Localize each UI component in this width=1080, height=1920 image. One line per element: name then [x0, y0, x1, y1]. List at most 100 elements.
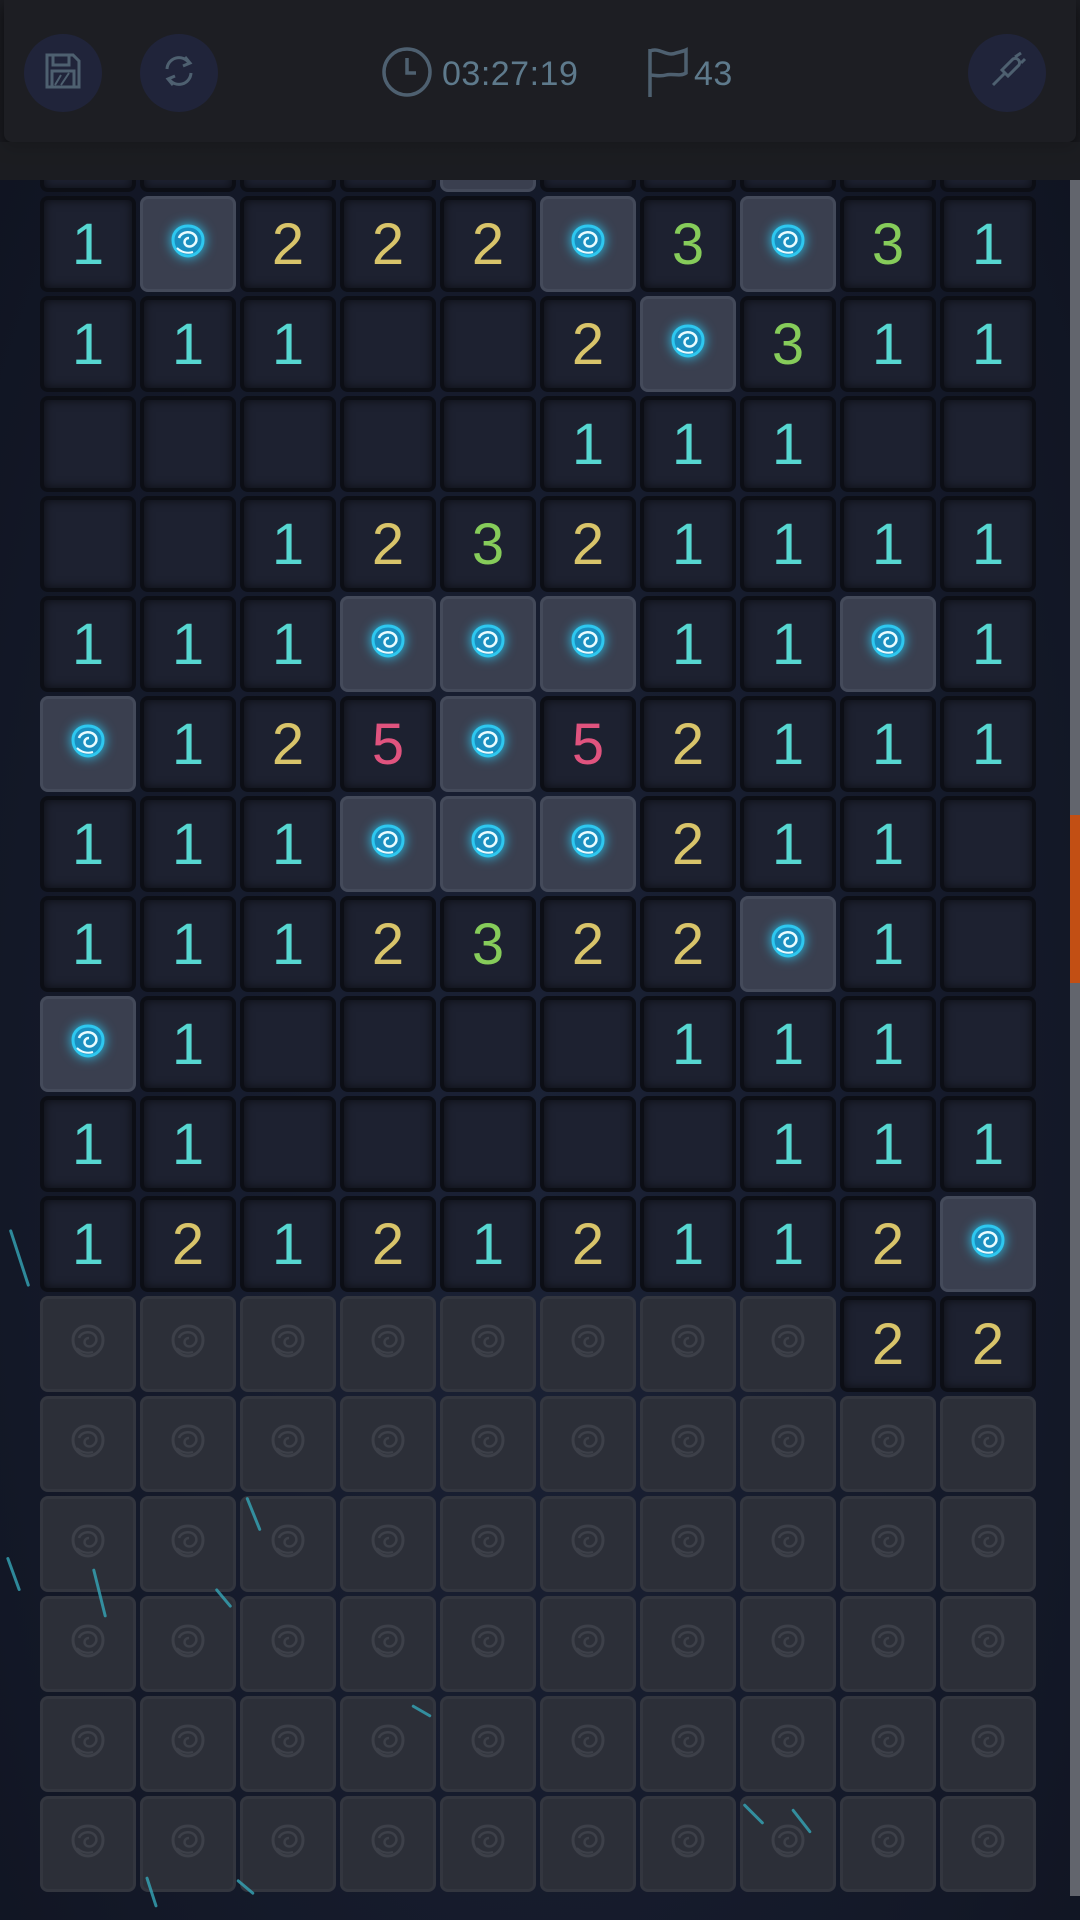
cell-empty[interactable] — [540, 1096, 636, 1192]
cell-covered[interactable] — [440, 1596, 536, 1692]
cell-number[interactable]: 1 — [40, 1096, 136, 1192]
cell-number[interactable]: 2 — [340, 196, 436, 292]
cell-number[interactable]: 1 — [840, 896, 936, 992]
cell-number[interactable]: 3 — [740, 296, 836, 392]
cell-covered[interactable] — [640, 1296, 736, 1392]
cell-covered[interactable] — [240, 1296, 336, 1392]
cell-empty[interactable] — [440, 396, 536, 492]
cell-empty[interactable] — [940, 996, 1036, 1092]
cell-number[interactable]: 1 — [540, 396, 636, 492]
cell-covered[interactable] — [340, 1596, 436, 1692]
cell-covered[interactable] — [340, 1296, 436, 1392]
cell-covered[interactable] — [840, 1696, 936, 1792]
cell-number[interactable]: 1 — [940, 1096, 1036, 1192]
cell-number[interactable]: 2 — [140, 1196, 236, 1292]
cell-covered[interactable] — [540, 1496, 636, 1592]
cell-covered[interactable] — [740, 1696, 836, 1792]
cell-number[interactable]: 1 — [840, 796, 936, 892]
cell-covered[interactable] — [140, 1596, 236, 1692]
cell-flagged-rose[interactable] — [540, 796, 636, 892]
cell-covered[interactable] — [240, 1696, 336, 1792]
cell-empty[interactable] — [340, 996, 436, 1092]
cell-number[interactable]: 2 — [540, 1196, 636, 1292]
cell-number[interactable]: 1 — [440, 1196, 536, 1292]
cell-number[interactable]: 1 — [640, 996, 736, 1092]
cell-covered[interactable] — [840, 1596, 936, 1692]
dig-mode-button[interactable] — [968, 34, 1046, 112]
cell-number[interactable]: 1 — [840, 1096, 936, 1192]
cell-number[interactable]: 1 — [740, 696, 836, 792]
cell-covered[interactable] — [440, 1696, 536, 1792]
cell-number[interactable]: 3 — [440, 496, 536, 592]
cell-covered[interactable] — [640, 1796, 736, 1892]
cell-number[interactable]: 1 — [140, 796, 236, 892]
cell-covered[interactable] — [140, 1296, 236, 1392]
cell-number[interactable]: 2 — [240, 196, 336, 292]
cell-empty[interactable] — [440, 296, 536, 392]
cell-number[interactable]: 1 — [40, 196, 136, 292]
cell-covered[interactable] — [740, 1796, 836, 1892]
cell-number[interactable]: 1 — [740, 1196, 836, 1292]
cell-flagged-rose[interactable] — [340, 596, 436, 692]
cell-empty[interactable] — [340, 296, 436, 392]
cell-number[interactable]: 1 — [740, 596, 836, 692]
cell-number[interactable]: 1 — [840, 996, 936, 1092]
cell-covered[interactable] — [840, 1396, 936, 1492]
cell-covered[interactable] — [640, 1496, 736, 1592]
cell-number[interactable]: 2 — [940, 1296, 1036, 1392]
cell-covered[interactable] — [40, 1596, 136, 1692]
cell-number[interactable]: 2 — [640, 896, 736, 992]
cell-number[interactable]: 2 — [340, 496, 436, 592]
cell-covered[interactable] — [140, 1496, 236, 1592]
save-button[interactable] — [24, 34, 102, 112]
cell-empty[interactable] — [940, 396, 1036, 492]
cell-number[interactable]: 2 — [240, 696, 336, 792]
cell-number[interactable]: 1 — [40, 296, 136, 392]
cell-number[interactable]: 2 — [540, 896, 636, 992]
cell-covered[interactable] — [40, 1496, 136, 1592]
cell-covered[interactable] — [540, 1696, 636, 1792]
cell-covered[interactable] — [640, 1596, 736, 1692]
cell-covered[interactable] — [740, 1396, 836, 1492]
cell-number[interactable]: 2 — [840, 1196, 936, 1292]
cell-number[interactable]: 1 — [240, 296, 336, 392]
cell-number[interactable]: 2 — [840, 1296, 936, 1392]
cell-empty[interactable] — [240, 996, 336, 1092]
cell-covered[interactable] — [540, 1296, 636, 1392]
cell-flagged-rose[interactable] — [740, 896, 836, 992]
cell-number[interactable]: 1 — [40, 596, 136, 692]
cell-number[interactable]: 1 — [240, 596, 336, 692]
cell-number[interactable]: 1 — [740, 796, 836, 892]
cell-covered[interactable] — [840, 1496, 936, 1592]
cell-covered[interactable] — [340, 1396, 436, 1492]
cell-number[interactable]: 2 — [540, 496, 636, 592]
cell-number[interactable]: 2 — [440, 196, 536, 292]
cell-covered[interactable] — [40, 1396, 136, 1492]
cell-covered[interactable] — [640, 1696, 736, 1792]
cell-number[interactable]: 1 — [940, 596, 1036, 692]
cell-flagged-rose[interactable] — [40, 996, 136, 1092]
cell-number[interactable]: 1 — [140, 996, 236, 1092]
cell-number[interactable]: 1 — [140, 596, 236, 692]
cell-number[interactable]: 1 — [640, 596, 736, 692]
cell-covered[interactable] — [440, 1496, 536, 1592]
cell-number[interactable]: 1 — [240, 1196, 336, 1292]
cell-flagged-rose[interactable] — [840, 596, 936, 692]
cell-covered[interactable] — [140, 1796, 236, 1892]
cell-covered[interactable] — [140, 1396, 236, 1492]
cell-covered[interactable] — [740, 1496, 836, 1592]
cell-flagged-rose[interactable] — [140, 196, 236, 292]
cell-number[interactable]: 1 — [740, 396, 836, 492]
cell-covered[interactable] — [40, 1296, 136, 1392]
cell-covered[interactable] — [540, 1396, 636, 1492]
cell-number[interactable]: 1 — [840, 496, 936, 592]
cell-flagged-rose[interactable] — [640, 296, 736, 392]
cell-empty[interactable] — [440, 996, 536, 1092]
cell-number[interactable]: 5 — [540, 696, 636, 792]
cell-number[interactable]: 2 — [340, 896, 436, 992]
cell-number[interactable]: 1 — [940, 196, 1036, 292]
cell-flagged-rose[interactable] — [940, 1196, 1036, 1292]
cell-number[interactable]: 1 — [140, 896, 236, 992]
cell-covered[interactable] — [440, 1396, 536, 1492]
cell-covered[interactable] — [940, 1496, 1036, 1592]
